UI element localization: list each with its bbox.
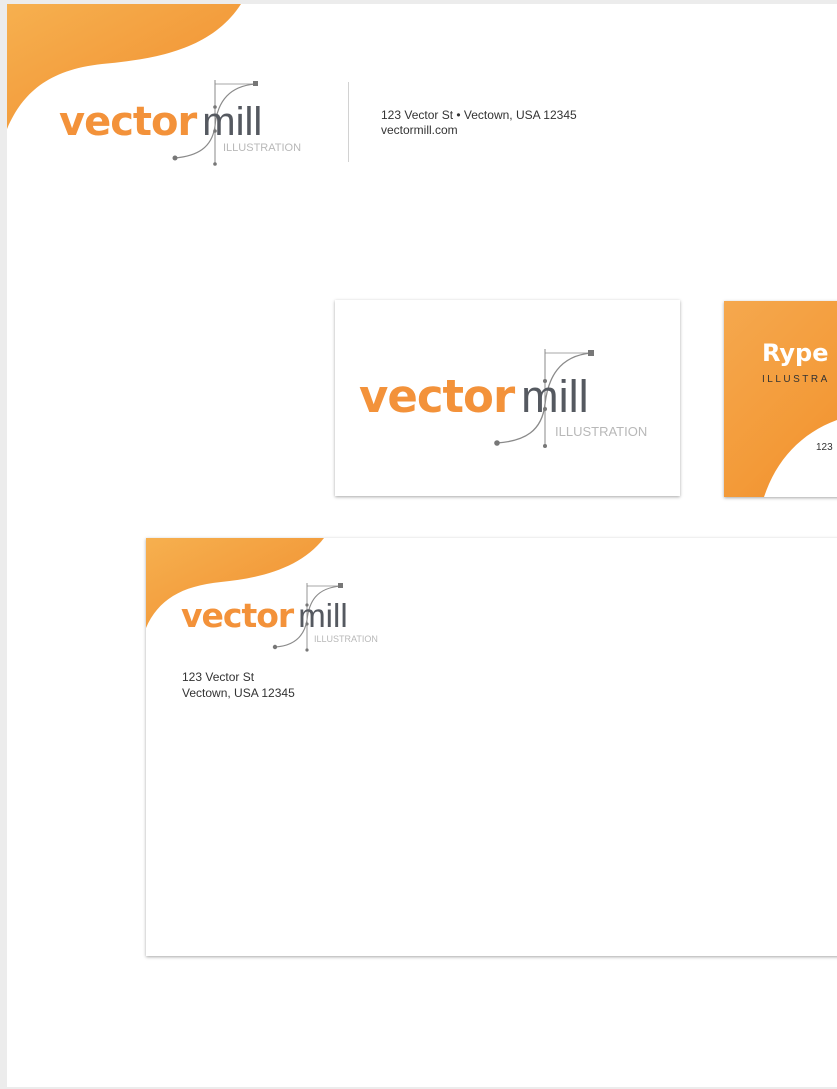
logo-word-mill: mill bbox=[202, 100, 263, 144]
logo-tagline: ILLUSTRATION bbox=[223, 142, 302, 154]
envelope-logo-word-mill: mill bbox=[298, 597, 348, 634]
card-logo-tagline: ILLUSTRATION bbox=[555, 424, 648, 439]
card-logo-word-mill: mill bbox=[521, 371, 589, 422]
letterhead-address: 123 Vector St • Vectown, USA 12345 bbox=[381, 108, 577, 122]
card-back-address: 123 bbox=[816, 442, 833, 453]
letterhead-website: vectormill.com bbox=[381, 123, 458, 137]
envelope-logo-tagline: ILLUSTRATION bbox=[314, 634, 378, 644]
card-back-name: Rype bbox=[762, 339, 829, 367]
stationery-mockup: vector mill ILLUSTRATION 123 Vector St • … bbox=[7, 4, 837, 1087]
business-card-back: Rype ILLUSTRA 123 bbox=[724, 301, 837, 497]
letterhead-divider bbox=[348, 82, 349, 162]
business-card-front: vector mill ILLUSTRATION bbox=[335, 300, 680, 496]
envelope-address-line2: Vectown, USA 12345 bbox=[182, 686, 295, 700]
envelope: vector mill ILLUSTRATION 123 Vector St Ve… bbox=[146, 538, 837, 956]
card-logo-word-vector: vector bbox=[359, 370, 515, 423]
card-white-curve bbox=[764, 420, 837, 497]
logo-word-vector: vector bbox=[59, 99, 197, 145]
card-back-title: ILLUSTRA bbox=[762, 374, 830, 385]
envelope-logo-word-vector: vector bbox=[181, 596, 294, 635]
envelope-address-line1: 123 Vector St bbox=[182, 670, 255, 684]
